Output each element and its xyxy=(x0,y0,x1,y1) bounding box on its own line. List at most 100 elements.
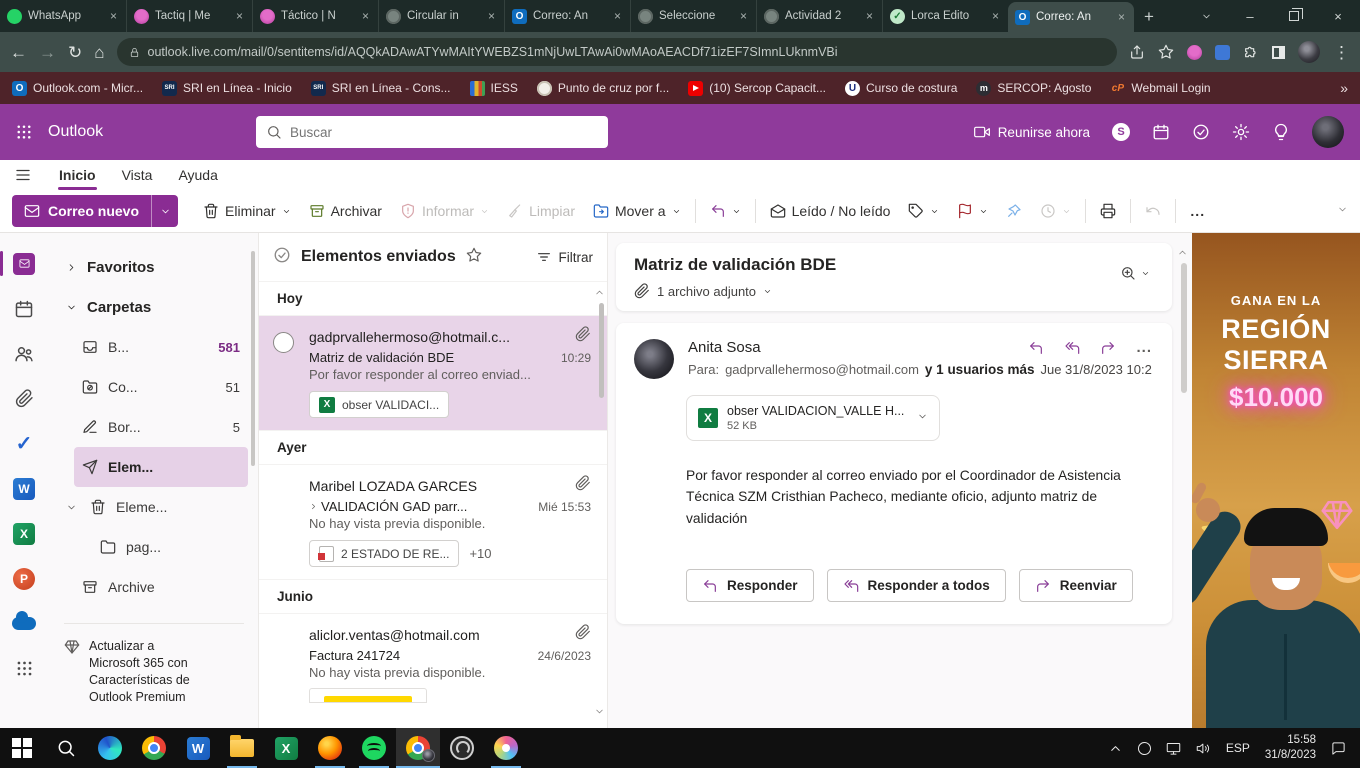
more-options-button[interactable]: ... xyxy=(1181,195,1214,227)
reply-button[interactable]: Responder xyxy=(686,569,814,602)
favorites-section[interactable]: Favoritos xyxy=(48,247,258,287)
reply-all-button[interactable]: Responder a todos xyxy=(827,569,1006,602)
hamburger-menu-icon[interactable] xyxy=(0,166,46,184)
tab-close-icon[interactable]: × xyxy=(360,9,371,23)
skype-icon[interactable]: S xyxy=(1112,123,1130,141)
bookmark-sri-consultas[interactable]: SRISRI en Línea - Cons... xyxy=(311,81,451,96)
bookmark-iess[interactable]: IESS xyxy=(470,81,518,96)
bookmark-sercop-agosto[interactable]: mSERCOP: Agosto xyxy=(976,81,1091,96)
folder-deleted-items[interactable]: Eleme... xyxy=(58,487,248,527)
tab-search-icon[interactable] xyxy=(1184,0,1228,32)
start-button[interactable] xyxy=(0,728,44,768)
reading-scroll-up-icon[interactable] xyxy=(1177,245,1188,263)
sender-avatar[interactable] xyxy=(634,339,674,379)
undo-button[interactable] xyxy=(1136,195,1170,227)
tab-close-icon[interactable]: × xyxy=(234,9,245,23)
minimize-button[interactable]: – xyxy=(1228,0,1272,32)
collapse-ribbon-icon[interactable] xyxy=(1337,202,1348,220)
reply-all-icon[interactable] xyxy=(1064,340,1080,356)
tab-close-icon[interactable]: × xyxy=(612,9,623,23)
snooze-button[interactable] xyxy=(1031,195,1080,227)
restore-button[interactable] xyxy=(1272,0,1316,32)
attachment-options-icon[interactable] xyxy=(917,409,928,427)
side-panel-icon[interactable] xyxy=(1272,46,1285,59)
bookmark-webmail[interactable]: cPWebmail Login xyxy=(1110,81,1210,96)
attachment-preview-chip[interactable] xyxy=(309,688,427,703)
forward-button[interactable]: Reenviar xyxy=(1019,569,1133,602)
sweep-button[interactable]: Limpiar xyxy=(498,195,584,227)
app-launcher-icon[interactable] xyxy=(0,104,48,160)
folder-archive[interactable]: Archive xyxy=(74,567,248,607)
search-input[interactable] xyxy=(290,125,598,140)
tab-close-icon[interactable]: × xyxy=(738,9,749,23)
close-button[interactable]: × xyxy=(1316,0,1360,32)
browser-tab-whatsapp[interactable]: WhatsApp × xyxy=(0,0,126,32)
tab-close-icon[interactable]: × xyxy=(1116,10,1127,24)
ad-banner[interactable]: GANA EN LA REGIÓN SIERRA $10.000 xyxy=(1192,233,1360,728)
bookmark-curso-costura[interactable]: UCurso de costura xyxy=(845,81,957,96)
search-box[interactable] xyxy=(256,116,608,148)
report-button[interactable]: Informar xyxy=(391,195,498,227)
tab-close-icon[interactable]: × xyxy=(486,9,497,23)
taskbar-search[interactable] xyxy=(44,728,88,768)
rail-word[interactable]: W xyxy=(0,466,48,511)
group-header-hoy[interactable]: Hoy xyxy=(259,281,607,315)
url-text[interactable]: outlook.live.com/mail/0/sentitems/id/AQQ… xyxy=(148,45,838,59)
rail-onedrive[interactable] xyxy=(0,601,48,646)
taskbar-obs[interactable] xyxy=(440,728,484,768)
meet-now-button[interactable]: Reunirse ahora xyxy=(974,124,1090,140)
reading-scrollbar[interactable] xyxy=(1181,263,1187,393)
taskbar-paint[interactable] xyxy=(484,728,528,768)
favorite-star-icon[interactable] xyxy=(466,247,482,268)
rail-excel[interactable]: X xyxy=(0,511,48,556)
taskbar-firefox[interactable] xyxy=(308,728,352,768)
rail-people[interactable] xyxy=(0,331,48,376)
expand-conversation-icon[interactable] xyxy=(309,502,318,511)
network-icon[interactable] xyxy=(1166,741,1181,756)
more-recipients[interactable]: y 1 usuarios más xyxy=(925,362,1035,377)
address-bar[interactable]: outlook.live.com/mail/0/sentitems/id/AQQ… xyxy=(117,38,1117,66)
action-center-icon[interactable] xyxy=(1331,741,1346,756)
move-to-button[interactable]: Mover a xyxy=(584,195,690,227)
browser-tab-lorca[interactable]: ✓ Lorca Edito × xyxy=(882,0,1008,32)
browser-profile-avatar[interactable] xyxy=(1298,41,1320,63)
tray-expand-icon[interactable] xyxy=(1108,741,1123,756)
folder-pane-scrollbar[interactable] xyxy=(251,251,255,466)
tab-ayuda[interactable]: Ayuda xyxy=(165,160,230,190)
browser-menu-icon[interactable]: ⋮ xyxy=(1333,44,1350,61)
taskbar-chrome-active[interactable] xyxy=(396,728,440,768)
taskbar-word[interactable]: W xyxy=(176,728,220,768)
extensions-puzzle-icon[interactable] xyxy=(1243,44,1259,60)
folder-drafts[interactable]: Bor... 5 xyxy=(74,407,248,447)
folder-inbox[interactable]: B... 581 xyxy=(74,327,248,367)
clock[interactable]: 15:58 31/8/2023 xyxy=(1265,733,1316,763)
chevron-down-icon[interactable] xyxy=(66,502,80,513)
bookmark-sercop-youtube[interactable]: (10) Sercop Capacit... xyxy=(688,81,826,96)
forward-icon[interactable] xyxy=(1100,340,1116,356)
browser-tab-tactico[interactable]: Táctico | N × xyxy=(252,0,378,32)
mail-item-selected[interactable]: gadprvallehermoso@hotmail.c... Matriz de… xyxy=(259,315,607,430)
new-tab-button[interactable]: + xyxy=(1134,2,1164,32)
tab-inicio[interactable]: Inicio xyxy=(46,160,109,190)
folders-section[interactable]: Carpetas xyxy=(48,287,258,327)
folder-junk[interactable]: Co... 51 xyxy=(74,367,248,407)
rail-todo[interactable]: ✓ xyxy=(0,421,48,466)
bookmark-star-icon[interactable] xyxy=(1158,44,1174,60)
select-message-radio[interactable] xyxy=(273,332,294,353)
select-all-icon[interactable] xyxy=(273,246,291,269)
volume-icon[interactable] xyxy=(1196,741,1211,756)
to-address[interactable]: gadprvallehermoso@hotmail.com xyxy=(725,362,919,377)
pin-button[interactable] xyxy=(997,195,1031,227)
more-actions-icon[interactable]: ... xyxy=(1136,339,1152,356)
categorize-button[interactable] xyxy=(899,195,948,227)
upgrade-banner[interactable]: Actualizar a Microsoft 365 con Caracterí… xyxy=(64,623,244,706)
my-day-icon[interactable] xyxy=(1192,123,1210,141)
folder-sent-items[interactable]: Elem... xyxy=(74,447,248,487)
attachments-summary[interactable]: 1 archivo adjunto xyxy=(634,283,1154,299)
home-icon[interactable]: ⌂ xyxy=(94,44,104,61)
new-mail-dropdown-icon[interactable] xyxy=(152,206,178,217)
reply-icon[interactable] xyxy=(1028,340,1044,356)
zoom-control[interactable] xyxy=(1120,265,1150,281)
translate-extension-icon[interactable] xyxy=(1215,45,1230,60)
bookmarks-overflow-icon[interactable]: » xyxy=(1340,80,1348,96)
